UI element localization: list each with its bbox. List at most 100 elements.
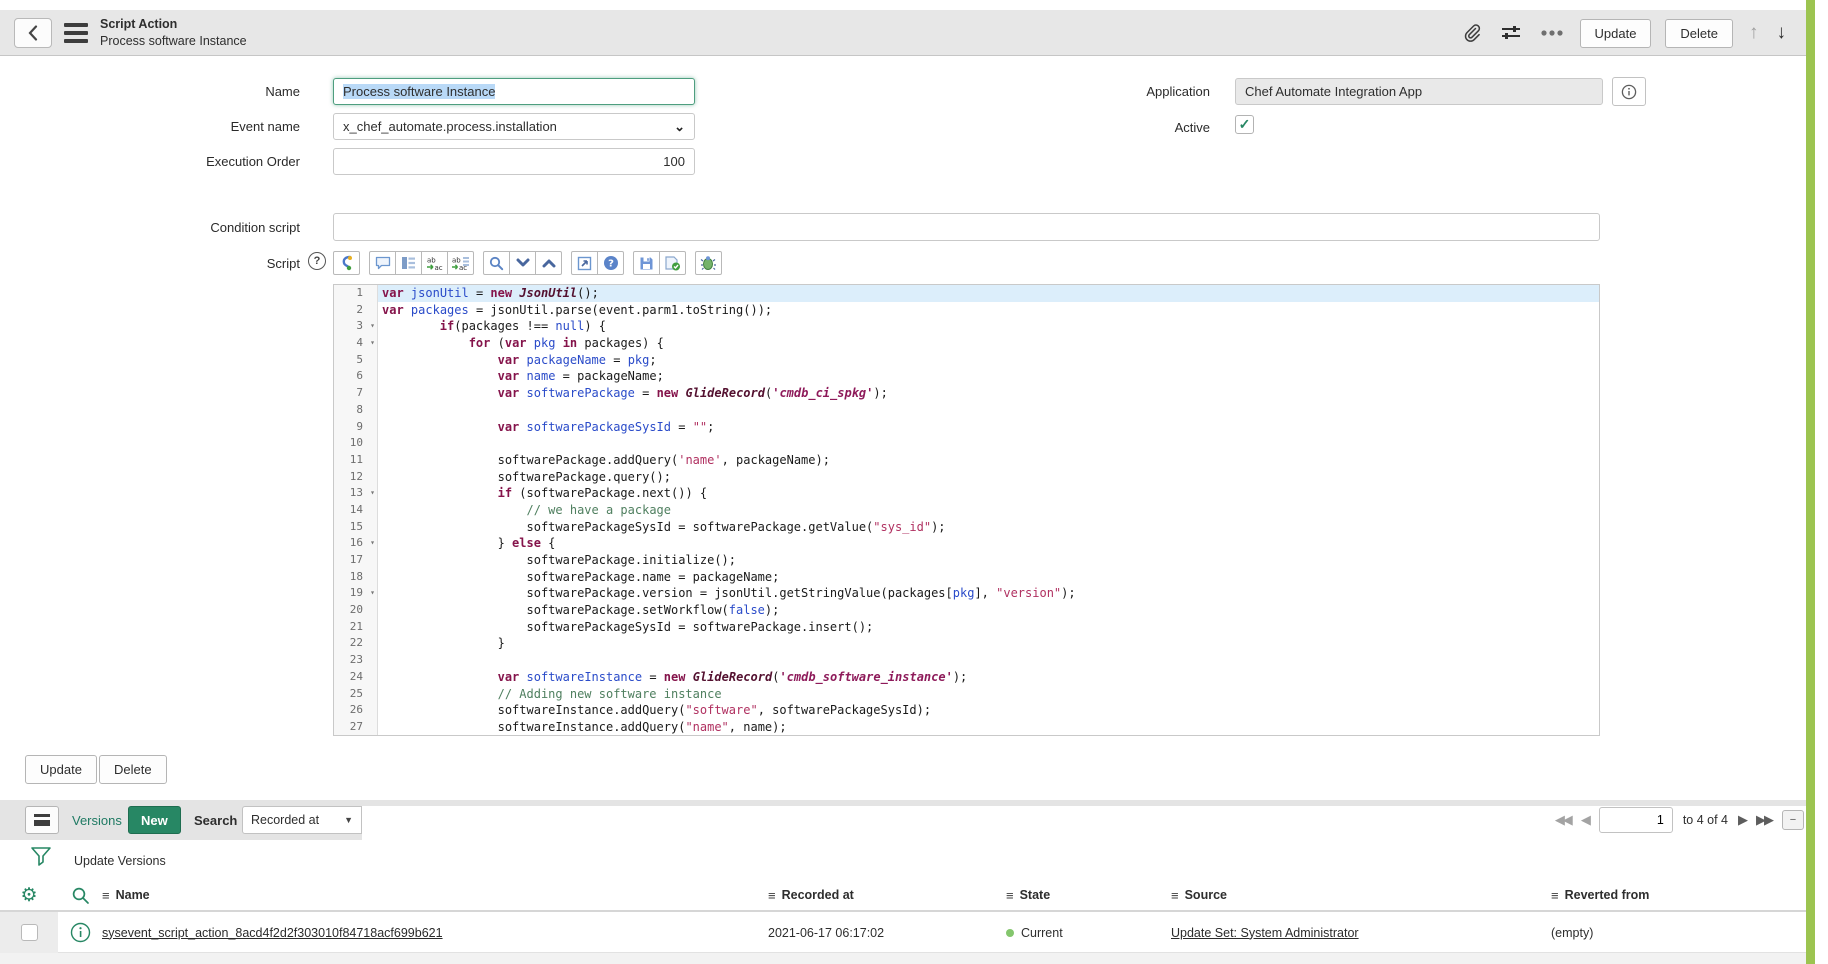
script-help-button[interactable]: ? <box>308 252 326 270</box>
fold-marker-icon[interactable]: ▾ <box>370 485 375 502</box>
comment-icon[interactable] <box>369 251 396 275</box>
format-code-icon[interactable] <box>395 251 422 275</box>
version-name-link[interactable]: sysevent_script_action_8acd4f2d2f303010f… <box>102 926 443 940</box>
personalize-form-button[interactable] <box>1498 21 1524 45</box>
update-button-footer[interactable]: Update <box>25 755 97 784</box>
svg-text:?: ? <box>608 259 614 270</box>
last-page-icon[interactable]: ▶▶ <box>1756 812 1772 828</box>
record-preview-icon[interactable] <box>70 922 91 943</box>
column-label: State <box>1020 888 1051 902</box>
attachment-button[interactable] <box>1460 21 1484 45</box>
code-line-4[interactable]: 4▾ for (var pkg in packages) { <box>334 335 1599 352</box>
search-icon[interactable] <box>483 251 510 275</box>
more-options-button[interactable] <box>1538 27 1566 39</box>
versions-table-row[interactable]: sysevent_script_action_8acd4f2d2f303010f… <box>0 912 1806 953</box>
column-menu-icon[interactable]: ≡ <box>1006 888 1014 903</box>
code-line-18[interactable]: 18 softwarePackage.name = packageName; <box>334 569 1599 586</box>
code-line-6[interactable]: 6 var name = packageName; <box>334 368 1599 385</box>
previous-record-icon[interactable]: ↑ <box>1747 20 1761 46</box>
code-line-23[interactable]: 23 <box>334 652 1599 669</box>
column-menu-icon[interactable]: ≡ <box>1551 888 1559 903</box>
versions-list-title[interactable]: Versions <box>72 813 122 828</box>
update-button-header[interactable]: Update <box>1580 19 1652 48</box>
code-line-8[interactable]: 8 <box>334 402 1599 419</box>
code-line-27[interactable]: 27 softwareInstance.addQuery("name", nam… <box>334 719 1599 736</box>
code-line-1[interactable]: 1var jsonUtil = new JsonUtil(); <box>334 285 1599 302</box>
previous-page-icon[interactable]: ◀ <box>1581 812 1589 828</box>
context-menu-icon[interactable] <box>64 23 88 43</box>
column-header-recorded-at[interactable]: ≡Recorded at <box>768 888 1006 903</box>
name-input[interactable]: Process software Instance <box>333 78 695 105</box>
syntax-check-icon[interactable] <box>659 251 686 275</box>
code-line-22[interactable]: 22 } <box>334 635 1599 652</box>
delete-button-header[interactable]: Delete <box>1665 19 1733 48</box>
search-icon[interactable] <box>71 886 90 905</box>
fold-marker-icon[interactable]: ▾ <box>370 318 375 335</box>
code-line-10[interactable]: 10 <box>334 435 1599 452</box>
breadcrumb[interactable]: Update Versions <box>74 854 166 868</box>
code-line-16[interactable]: 16▾ } else { <box>334 535 1599 552</box>
row-checkbox[interactable] <box>21 924 38 941</box>
back-button[interactable] <box>14 18 52 48</box>
code-line-3[interactable]: 3▾ if(packages !== null) { <box>334 318 1599 335</box>
find-next-icon[interactable] <box>509 251 536 275</box>
code-text: } else { <box>378 535 1599 552</box>
application-info-button[interactable] <box>1612 77 1646 106</box>
code-line-26[interactable]: 26 softwareInstance.addQuery("software",… <box>334 702 1599 719</box>
code-text: var name = packageName; <box>378 368 1599 385</box>
code-line-21[interactable]: 21 softwarePackageSysId = softwarePackag… <box>334 619 1599 636</box>
code-line-7[interactable]: 7 var softwarePackage = new GlideRecord(… <box>334 385 1599 402</box>
search-field-select[interactable]: Recorded at ▼ <box>242 806 362 834</box>
code-line-11[interactable]: 11 softwarePackage.addQuery('name', pack… <box>334 452 1599 469</box>
column-menu-icon[interactable]: ≡ <box>768 888 776 903</box>
code-line-15[interactable]: 15 softwarePackageSysId = softwarePackag… <box>334 519 1599 536</box>
code-line-24[interactable]: 24 var softwareInstance = new GlideRecor… <box>334 669 1599 686</box>
gear-icon[interactable]: ⚙ <box>20 884 37 907</box>
line-number: 17 <box>334 552 378 569</box>
delete-button-footer[interactable]: Delete <box>99 755 167 784</box>
open-window-icon[interactable] <box>571 251 598 275</box>
condition-script-input[interactable] <box>343 214 1590 240</box>
line-number: 21 <box>334 619 378 636</box>
column-header-reverted-from[interactable]: ≡Reverted from <box>1551 888 1806 903</box>
code-line-5[interactable]: 5 var packageName = pkg; <box>334 352 1599 369</box>
event-name-select[interactable]: x_chef_automate.process.installation ⌄ <box>333 113 695 140</box>
code-line-25[interactable]: 25 // Adding new software instance <box>334 686 1599 703</box>
new-version-button[interactable]: New <box>128 806 181 834</box>
save-icon[interactable] <box>633 251 660 275</box>
help-filled-icon[interactable]: ? <box>597 251 624 275</box>
column-menu-icon[interactable]: ≡ <box>1171 888 1179 903</box>
fold-marker-icon[interactable]: ▾ <box>370 335 375 352</box>
code-line-9[interactable]: 9 var softwarePackageSysId = ""; <box>334 419 1599 436</box>
code-line-14[interactable]: 14 // we have a package <box>334 502 1599 519</box>
next-record-icon[interactable]: ↓ <box>1775 20 1789 46</box>
code-line-13[interactable]: 13▾ if (softwarePackage.next()) { <box>334 485 1599 502</box>
column-header-source[interactable]: ≡Source <box>1171 888 1551 903</box>
code-line-2[interactable]: 2var packages = jsonUtil.parse(event.par… <box>334 302 1599 319</box>
replace-all-icon[interactable]: abac <box>447 251 474 275</box>
column-header-state[interactable]: ≡ State <box>1006 888 1171 903</box>
active-checkbox[interactable]: ✓ <box>1235 115 1254 134</box>
replace-icon[interactable]: abac <box>421 251 448 275</box>
fold-marker-icon[interactable]: ▾ <box>370 585 375 602</box>
event-name-value: x_chef_automate.process.installation <box>343 119 557 134</box>
code-line-12[interactable]: 12 softwarePackage.query(); <box>334 469 1599 486</box>
collapse-list-icon[interactable]: − <box>1782 810 1804 830</box>
execution-order-input[interactable]: 100 <box>333 148 695 175</box>
first-page-icon[interactable]: ◀◀ <box>1555 812 1571 828</box>
source-link[interactable]: Update Set: System Administrator <box>1171 926 1359 940</box>
code-line-17[interactable]: 17 softwarePackage.initialize(); <box>334 552 1599 569</box>
syntax-editor-icon[interactable] <box>333 251 360 275</box>
column-header-name[interactable]: ≡Name <box>102 888 768 903</box>
script-editor[interactable]: 1var jsonUtil = new JsonUtil();2var pack… <box>333 284 1600 736</box>
list-context-menu-button[interactable] <box>25 806 59 834</box>
column-menu-icon[interactable]: ≡ <box>102 888 110 903</box>
debug-icon[interactable] <box>695 251 722 275</box>
next-page-icon[interactable]: ▶ <box>1738 812 1746 828</box>
code-line-20[interactable]: 20 softwarePackage.setWorkflow(false); <box>334 602 1599 619</box>
page-number-input[interactable] <box>1599 807 1673 833</box>
filter-funnel-icon[interactable] <box>30 845 52 876</box>
find-previous-icon[interactable] <box>535 251 562 275</box>
fold-marker-icon[interactable]: ▾ <box>370 535 375 552</box>
code-line-19[interactable]: 19▾ softwarePackage.version = jsonUtil.g… <box>334 585 1599 602</box>
